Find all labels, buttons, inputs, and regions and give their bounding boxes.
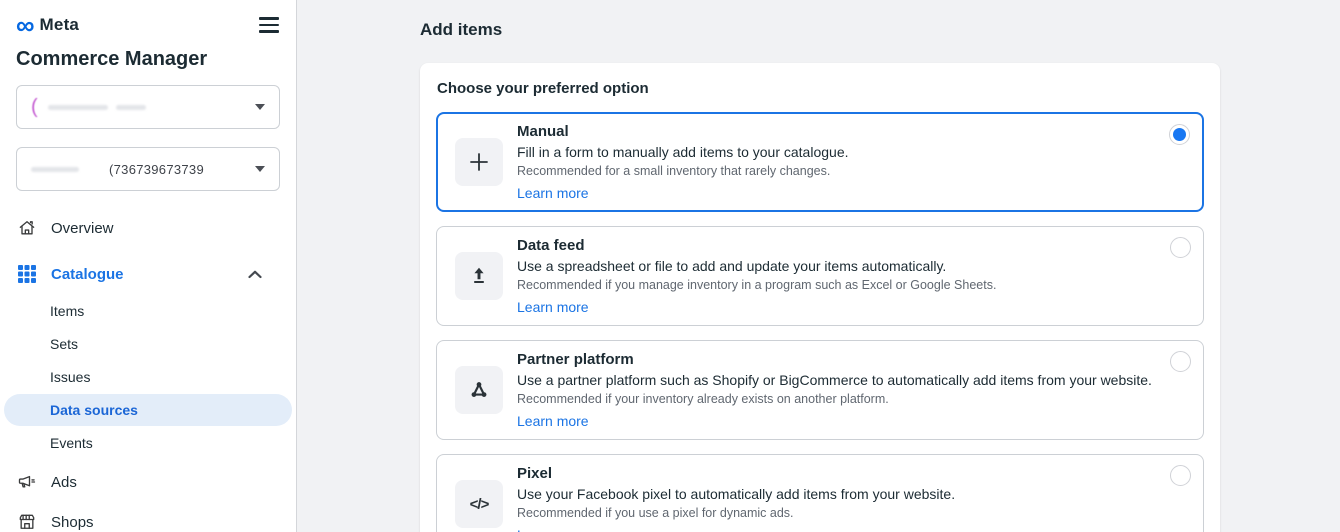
option-description: Use a spreadsheet or file to add and upd… [517, 258, 996, 274]
catalogue-subnav: Items Sets Issues Data sources Events [16, 295, 280, 459]
sidebar-item-shops[interactable]: Shops [16, 503, 280, 532]
option-title: Data feed [517, 237, 996, 254]
option-card-manual[interactable]: Manual Fill in a form to manually add it… [436, 112, 1204, 212]
sidebar-item-data-sources[interactable]: Data sources [4, 394, 292, 426]
chevron-down-icon [255, 166, 265, 172]
learn-more-link[interactable]: Learn more [517, 413, 589, 429]
option-description: Use a partner platform such as Shopify o… [517, 372, 1152, 388]
option-recommendation: Recommended if you manage inventory in a… [517, 278, 996, 292]
option-description: Use your Facebook pixel to automatically… [517, 486, 955, 502]
panel-title: Choose your preferred option [437, 80, 1204, 97]
option-card-partner-platform[interactable]: Partner platform Use a partner platform … [436, 340, 1204, 440]
sidebar-item-sets[interactable]: Sets [4, 328, 292, 360]
learn-more-link[interactable]: Learn more [517, 185, 589, 201]
option-title: Pixel [517, 465, 955, 482]
option-card-data-feed[interactable]: Data feed Use a spreadsheet or file to a… [436, 226, 1204, 326]
radio-button[interactable] [1170, 351, 1191, 372]
learn-more-link[interactable]: Learn more [517, 527, 589, 532]
brand-row: ∞ Meta [16, 12, 280, 38]
code-icon: </> [455, 480, 503, 528]
sidebar-item-items[interactable]: Items [4, 295, 292, 327]
sidebar-item-ads[interactable]: Ads [16, 463, 280, 501]
option-recommendation: Recommended if your inventory already ex… [517, 392, 1152, 406]
sidebar-item-label: Overview [51, 220, 114, 237]
subnav-label: Issues [50, 369, 90, 385]
sidebar-bottom-nav: Ads Shops [16, 463, 280, 532]
redacted-text [48, 105, 108, 110]
subnav-label: Events [50, 435, 93, 451]
business-selector-value: ( [31, 96, 38, 119]
option-card-pixel[interactable]: </> Pixel Use your Facebook pixel to aut… [436, 454, 1204, 532]
option-recommendation: Recommended for a small inventory that r… [517, 164, 849, 178]
storefront-icon [16, 512, 38, 532]
catalogue-selector-value: (736739673739 [109, 162, 204, 177]
meta-infinity-icon: ∞ [16, 15, 35, 35]
option-title: Partner platform [517, 351, 1152, 368]
subnav-label: Data sources [50, 402, 138, 418]
business-selector[interactable]: ( [16, 85, 280, 129]
meta-logo[interactable]: ∞ Meta [16, 15, 79, 35]
subnav-label: Sets [50, 336, 78, 352]
radio-button[interactable] [1170, 237, 1191, 258]
plus-icon [455, 138, 503, 186]
page-title: Add items [420, 20, 1340, 40]
radio-button[interactable] [1170, 465, 1191, 486]
menu-icon[interactable] [258, 14, 280, 36]
sidebar: ∞ Meta Commerce Manager ( (736739673739 [0, 0, 297, 532]
megaphone-icon [16, 472, 38, 492]
app-title: Commerce Manager [16, 48, 280, 71]
options-panel: Choose your preferred option Manual Fill… [420, 63, 1220, 532]
option-description: Fill in a form to manually add items to … [517, 144, 849, 160]
sidebar-item-overview[interactable]: Overview [16, 209, 280, 247]
grid-icon [16, 265, 38, 283]
redacted-text [116, 105, 146, 110]
network-icon [455, 366, 503, 414]
option-body: Partner platform Use a partner platform … [517, 351, 1152, 429]
chevron-up-icon[interactable] [248, 270, 262, 279]
upload-icon [455, 252, 503, 300]
sidebar-nav: Overview Catalogue Items Se [16, 209, 280, 532]
sidebar-item-catalogue[interactable]: Catalogue [16, 255, 280, 293]
learn-more-link[interactable]: Learn more [517, 299, 589, 315]
meta-wordmark: Meta [40, 15, 80, 35]
main-content: Add items Choose your preferred option M… [297, 0, 1340, 532]
sidebar-item-issues[interactable]: Issues [4, 361, 292, 393]
option-recommendation: Recommended if you use a pixel for dynam… [517, 506, 955, 520]
radio-button[interactable] [1169, 124, 1190, 145]
sidebar-item-label: Catalogue [51, 266, 124, 283]
sidebar-item-events[interactable]: Events [4, 427, 292, 459]
home-icon [16, 218, 38, 238]
option-body: Data feed Use a spreadsheet or file to a… [517, 237, 996, 315]
option-body: Manual Fill in a form to manually add it… [517, 123, 849, 201]
chevron-down-icon [255, 104, 265, 110]
redacted-text [31, 167, 79, 172]
sidebar-item-label: Shops [51, 514, 94, 531]
catalogue-selector[interactable]: (736739673739 [16, 147, 280, 191]
option-body: Pixel Use your Facebook pixel to automat… [517, 465, 955, 532]
option-title: Manual [517, 123, 849, 140]
subnav-label: Items [50, 303, 84, 319]
sidebar-item-label: Ads [51, 474, 77, 491]
